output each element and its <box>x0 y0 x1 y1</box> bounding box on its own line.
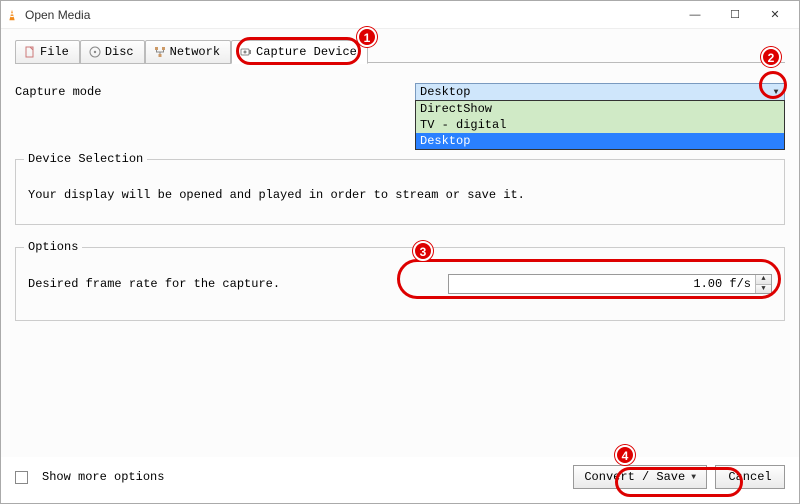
tab-file[interactable]: File <box>15 40 80 64</box>
tab-disc-label: Disc <box>105 45 134 59</box>
capture-mode-row: Capture mode Desktop ▼ DirectShow TV - d… <box>15 81 785 103</box>
device-selection-legend: Device Selection <box>24 152 147 166</box>
tab-bar: File Disc Network Capture Device <box>15 39 785 63</box>
cancel-button[interactable]: Cancel <box>715 465 785 489</box>
cancel-label: Cancel <box>728 470 771 484</box>
spin-down-icon[interactable]: ▼ <box>756 285 771 294</box>
open-media-window: Open Media — ☐ ✕ File Disc Network Captu… <box>0 0 800 504</box>
fps-input[interactable]: 1.00 f/s ▲ ▼ <box>448 274 772 294</box>
capture-icon <box>240 46 252 58</box>
option-tv-digital[interactable]: TV - digital <box>416 117 784 133</box>
capture-mode-options: DirectShow TV - digital Desktop <box>415 100 785 150</box>
chevron-down-icon[interactable]: ▼ <box>769 85 783 99</box>
file-icon <box>24 46 36 58</box>
tab-network-label: Network <box>170 45 220 59</box>
tab-disc[interactable]: Disc <box>80 40 145 64</box>
minimize-button[interactable]: — <box>675 3 715 27</box>
options-group: Options Desired frame rate for the captu… <box>15 247 785 321</box>
chevron-down-icon[interactable]: ▼ <box>691 473 696 482</box>
tab-file-label: File <box>40 45 69 59</box>
vlc-cone-icon <box>5 8 19 22</box>
capture-mode-selected: Desktop <box>420 85 470 99</box>
option-directshow[interactable]: DirectShow <box>416 101 784 117</box>
convert-save-button[interactable]: Convert / Save ▼ <box>573 465 707 489</box>
fps-spinner[interactable]: ▲ ▼ <box>755 275 771 293</box>
device-selection-group: Device Selection Your display will be op… <box>15 159 785 225</box>
show-more-checkbox[interactable] <box>15 471 28 484</box>
device-selection-text: Your display will be opened and played i… <box>28 188 772 202</box>
fps-value: 1.00 f/s <box>693 277 751 291</box>
content-area: File Disc Network Capture Device Capture… <box>1 29 799 457</box>
network-icon <box>154 46 166 58</box>
show-more-label[interactable]: Show more options <box>42 470 164 484</box>
window-title: Open Media <box>25 8 675 22</box>
capture-mode-dropdown[interactable]: Desktop ▼ DirectShow TV - digital Deskto… <box>415 83 785 101</box>
capture-mode-label: Capture mode <box>15 85 415 99</box>
fps-label: Desired frame rate for the capture. <box>28 277 448 291</box>
spin-up-icon[interactable]: ▲ <box>756 275 771 285</box>
tab-capture-device[interactable]: Capture Device <box>231 40 368 64</box>
footer: Show more options Convert / Save ▼ Cance… <box>1 457 799 503</box>
tab-network[interactable]: Network <box>145 40 231 64</box>
maximize-button[interactable]: ☐ <box>715 3 755 27</box>
options-legend: Options <box>24 240 82 254</box>
tab-capture-label: Capture Device <box>256 45 357 59</box>
option-desktop[interactable]: Desktop <box>416 133 784 149</box>
convert-save-label: Convert / Save <box>584 470 685 484</box>
close-button[interactable]: ✕ <box>755 3 795 27</box>
titlebar: Open Media — ☐ ✕ <box>1 1 799 29</box>
disc-icon <box>89 46 101 58</box>
